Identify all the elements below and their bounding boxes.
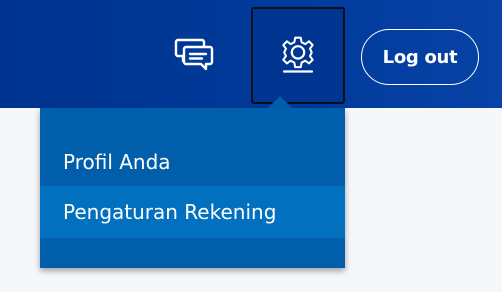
menu-item-profile[interactable]: Profil Anda	[40, 136, 345, 188]
settings-button[interactable]	[251, 7, 345, 104]
chat-bubbles-icon	[174, 36, 214, 76]
logout-button[interactable]: Log out	[361, 29, 479, 85]
dropdown-caret	[268, 96, 292, 108]
gear-icon	[278, 34, 318, 78]
settings-dropdown-menu: Profil Anda Pengaturan Rekening	[40, 108, 345, 268]
messages-button[interactable]	[168, 32, 220, 80]
top-header: Log out	[0, 0, 502, 108]
menu-item-account-settings[interactable]: Pengaturan Rekening	[40, 186, 345, 238]
